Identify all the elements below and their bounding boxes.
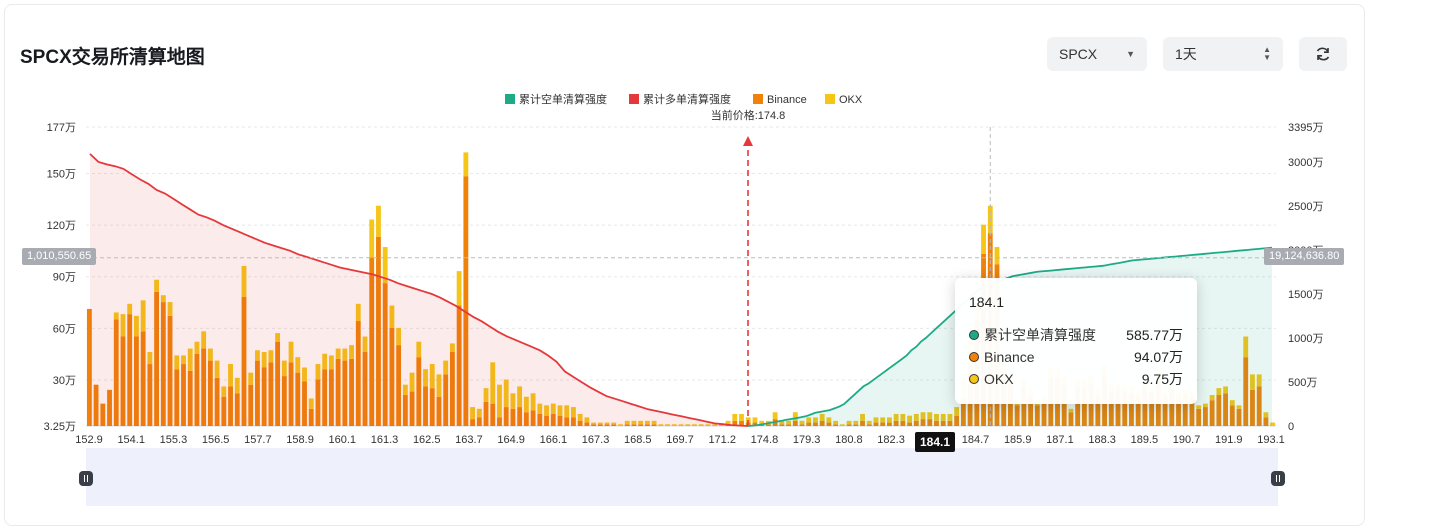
x-tick-label: 162.5 <box>413 434 441 446</box>
tooltip-row: OKX 9.75万 <box>969 368 1183 390</box>
tooltip-row: 累计空单清算强度 585.77万 <box>969 324 1183 346</box>
bar-okx <box>772 412 778 420</box>
liquidation-chart: 177万 150万 120万 90万 60万 30万 3.25万 3395万 3000万 2500… <box>44 92 1323 506</box>
y-left-tick-label: 177万 <box>47 122 76 134</box>
x-tick-label: 152.9 <box>75 434 103 446</box>
y-left-tick-label: 3.25万 <box>44 421 76 433</box>
current-price-label: 当前价格:174.8 <box>711 108 786 122</box>
x-tick-label: 167.3 <box>582 434 610 446</box>
x-tick-label: 157.7 <box>244 434 272 446</box>
y-right-tick-label: 500万 <box>1288 377 1317 389</box>
x-tick-label: 180.8 <box>835 434 863 446</box>
x-tick-label: 154.1 <box>117 434 145 446</box>
tooltip: 184.1 累计空单清算强度 585.77万 Binance 94.07万 OK… <box>955 278 1197 404</box>
legend-label: 累计空单清算强度 <box>519 92 607 106</box>
y-left-tick-label: 120万 <box>47 220 76 232</box>
y-right-tick-label: 3000万 <box>1288 157 1323 169</box>
bar-okx <box>732 413 738 421</box>
tooltip-title: 184.1 <box>969 294 1005 310</box>
legend-label: OKX <box>839 94 863 106</box>
y-left-tick-label: 90万 <box>53 272 76 284</box>
tooltip-label: OKX <box>984 371 1014 387</box>
x-tick-label: 156.5 <box>202 434 230 446</box>
x-tick-label: 166.1 <box>540 434 568 446</box>
y-right-tick-label: 1000万 <box>1288 333 1323 345</box>
x-tick-label: 169.7 <box>666 434 694 446</box>
tooltip-label: Binance <box>984 349 1035 365</box>
legend-label: 累计多单清算强度 <box>643 92 731 106</box>
legend-label: Binance <box>767 94 807 106</box>
bar-okx <box>994 247 1000 265</box>
x-tick-label: 161.3 <box>371 434 399 446</box>
drag-handle-icon <box>79 471 93 486</box>
x-tick-label: 160.1 <box>329 434 357 446</box>
x-tick-label: 185.9 <box>1004 434 1032 446</box>
legend-dot-icon <box>969 330 979 340</box>
crosshair-x-label: 184.1 <box>915 432 955 452</box>
legend-swatch <box>629 94 639 104</box>
x-tick-label: 158.9 <box>286 434 314 446</box>
x-tick-label: 155.3 <box>160 434 188 446</box>
x-tick-label: 179.3 <box>793 434 821 446</box>
bar-okx <box>376 205 381 237</box>
bar-okx <box>981 224 986 254</box>
y-left-tick-label: 150万 <box>47 168 76 180</box>
bar-okx <box>456 271 462 306</box>
bar-okx <box>739 413 744 421</box>
x-tick-label: 189.5 <box>1131 434 1159 446</box>
tooltip-value: 94.07万 <box>1133 349 1183 365</box>
x-tick-label: 168.5 <box>624 434 652 446</box>
zoom-slider <box>86 448 1278 506</box>
legend-swatch <box>505 94 515 104</box>
y-left-tick-label: 60万 <box>53 323 76 335</box>
x-tick-label: 188.3 <box>1088 434 1116 446</box>
y-right-tick-label: 3395万 <box>1288 122 1323 134</box>
tooltip-label: 累计空单清算强度 <box>984 327 1096 343</box>
x-tick-label: 191.9 <box>1215 434 1243 446</box>
x-tick-label: 163.7 <box>455 434 483 446</box>
y-right-tick-label: 0 <box>1288 421 1294 433</box>
legend-dot-icon <box>969 374 979 384</box>
y-right-tick-label: 2500万 <box>1288 201 1323 213</box>
x-tick-label: 164.9 <box>497 434 525 446</box>
x-tick-label: 184.7 <box>962 434 990 446</box>
x-tick-label: 193.1 <box>1257 434 1285 446</box>
tooltip-value: 9.75万 <box>1141 371 1183 387</box>
current-price-arrow-icon <box>743 136 753 146</box>
bar-okx <box>752 417 758 423</box>
y-right-tick-label: 1500万 <box>1288 289 1323 301</box>
legend-dot-icon <box>969 352 979 362</box>
bar-okx <box>369 219 375 258</box>
x-tick-label: 187.1 <box>1046 434 1074 446</box>
bar-okx <box>463 152 469 177</box>
x-tick-label: 182.3 <box>877 434 905 446</box>
tooltip-value: 585.77万 <box>1126 327 1183 343</box>
x-tick-label: 174.8 <box>751 434 779 446</box>
legend-swatch <box>753 94 763 104</box>
left-crosshair-label: 1,010,550.65 <box>22 248 97 265</box>
x-tick-label: 190.7 <box>1173 434 1201 446</box>
drag-handle-icon <box>1271 471 1285 486</box>
y-left-tick-label: 30万 <box>53 375 76 387</box>
right-crosshair-label: 19,124,636.80 <box>1264 248 1345 265</box>
legend-swatch <box>825 94 835 104</box>
x-tick-label: 171.2 <box>708 434 736 446</box>
tooltip-row: Binance 94.07万 <box>969 346 1183 368</box>
